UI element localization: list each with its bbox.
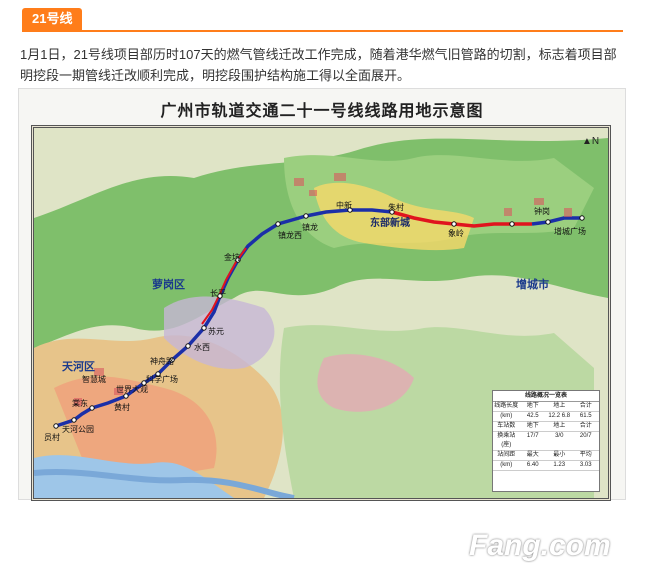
table-cell: 3.03 [579, 462, 592, 468]
table-cell: 合计 [579, 423, 592, 429]
table-cell: 最小 [553, 452, 566, 458]
district-label: 东部新城 [370, 218, 410, 229]
map-title: 广州市轨道交通二十一号线线路用地示意图 [160, 103, 484, 120]
tab-underline [22, 30, 623, 32]
line-21-tab[interactable]: 21号线 [22, 8, 83, 30]
table-row: 站间距 最大 最小 平均 [493, 451, 599, 461]
table-cell: 1.23 [553, 462, 566, 468]
district-label: 天河区 [62, 361, 95, 373]
station-label: 黄村 [114, 403, 130, 412]
station-label: 镇龙西 [278, 231, 302, 240]
route-summary-table: 线路概况一览表 线路长度 地下 地上 合计 (km) 42.5 12.2 6.8 61.5 … [492, 390, 600, 492]
table-row: 车站数 地下 地上 合计 [493, 422, 599, 432]
table-cell: 12.2 6.8 [548, 413, 571, 419]
table-cell: 6.40 [526, 462, 539, 468]
station-label: 增城广场 [554, 227, 586, 236]
north-arrow-icon: ▲N [582, 136, 600, 147]
station-label: 朱村 [388, 203, 404, 212]
station-label: 钟岗 [534, 207, 550, 216]
table-cell: 61.5 [579, 413, 592, 419]
station-label: 棠东 [72, 399, 88, 408]
table-row: (km) 6.40 1.23 3.03 [493, 461, 599, 471]
station-label: 神舟路 [150, 357, 174, 366]
table-title: 线路概况一览表 [493, 391, 599, 402]
table-cell: 合计 [579, 403, 592, 409]
table-cell: 42.5 [526, 413, 539, 419]
station-label: 智慧城 [82, 375, 106, 384]
table-cell: 17/7 [526, 433, 539, 439]
station-label: 世界大观 [116, 385, 148, 394]
district-label: 萝岗区 [152, 279, 185, 291]
station-label: 水西 [194, 343, 210, 352]
table-cell: 最大 [526, 452, 539, 458]
table-cell: 车站数 [497, 423, 516, 429]
table-cell: 站间距 [497, 452, 516, 458]
table-cell: 线路长度 [494, 403, 519, 409]
article-text: 1月1日，21号线项目部历时107天的燃气管线迁改工作完成，随着港华燃气旧管路的… [20, 47, 617, 83]
table-row: (km) 42.5 12.2 6.8 61.5 [493, 412, 599, 422]
table-row: 线路长度 地下 地上 合计 [493, 402, 599, 412]
table-cell: 地上 [553, 423, 566, 429]
station-label: 科学广场 [146, 375, 178, 384]
table-cell: 地下 [526, 423, 539, 429]
table-cell: (km) [500, 462, 513, 468]
table-cell: 地上 [553, 403, 566, 409]
table-cell: (km) [500, 413, 513, 419]
station-label: 苏元 [208, 327, 224, 336]
station-label: 天河公园 [62, 425, 94, 434]
table-row: 换乘站(座) 17/7 3/0 20/7 [493, 432, 599, 451]
district-label: 增城市 [516, 279, 549, 291]
station-label: 镇龙 [302, 223, 318, 232]
station-label: 金坑 [224, 253, 240, 262]
table-cell: 20/7 [579, 433, 592, 439]
table-cell: 换乘站(座) [497, 433, 516, 448]
station-label: 象岭 [448, 229, 464, 238]
table-cell: 平均 [579, 452, 592, 458]
table-cell: 3/0 [555, 433, 564, 439]
map-image: 广州市轨道交通二十一号线线路用地示意图 ▲N 萝岗区 天河区 东部新城 增城市 … [18, 88, 626, 562]
station-label: 员村 [44, 433, 60, 442]
fang-watermark: Fang.com [469, 529, 611, 562]
table-cell: 地下 [526, 403, 539, 409]
map-canvas: ▲N 萝岗区 天河区 东部新城 增城市 员村 天河公园 棠东 黄村 智慧城 世界… [31, 125, 611, 501]
station-label: 中新 [336, 201, 352, 210]
station-label: 长平 [210, 289, 226, 298]
